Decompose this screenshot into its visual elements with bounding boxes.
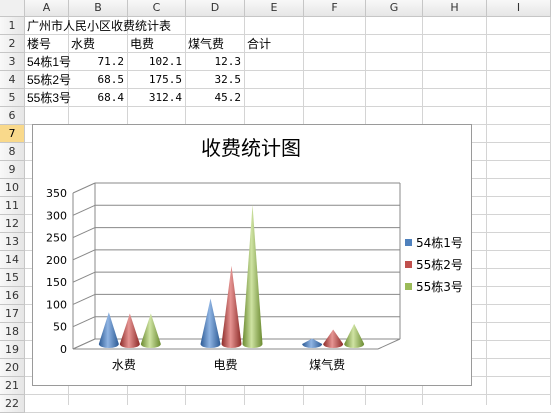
- cell-a1-title[interactable]: 广州市人民小区收费统计表: [27, 17, 171, 35]
- column-header-g[interactable]: G: [366, 0, 423, 17]
- row-header-1[interactable]: 1: [0, 17, 25, 35]
- x-tick-label: 水费: [112, 358, 136, 372]
- y-tick-label: 300: [46, 209, 67, 222]
- data-cell[interactable]: 68.4: [71, 89, 125, 107]
- row-header-5[interactable]: 5: [0, 89, 25, 107]
- data-cell[interactable]: 54栋1号: [27, 53, 71, 71]
- gridline-side: [72, 182, 96, 194]
- row-header-12[interactable]: 12: [0, 215, 25, 233]
- y-tick-label: 150: [46, 276, 67, 289]
- row-header-16[interactable]: 16: [0, 287, 25, 305]
- legend-label: 55栋2号: [416, 257, 463, 272]
- y-tick-label: 200: [46, 254, 67, 267]
- data-cell[interactable]: 45.2: [188, 89, 242, 107]
- data-cell[interactable]: 55栋2号: [27, 71, 71, 89]
- row-header-20[interactable]: 20: [0, 359, 25, 377]
- row-header-9[interactable]: 9: [0, 161, 25, 179]
- y-tick-label: 250: [46, 232, 67, 245]
- row-header-17[interactable]: 17: [0, 305, 25, 323]
- legend-swatch: [405, 261, 412, 268]
- y-tick-label: 50: [53, 321, 67, 334]
- column-header-c[interactable]: C: [128, 0, 186, 17]
- column-header-b[interactable]: B: [69, 0, 128, 17]
- column-header-i[interactable]: I: [487, 0, 551, 17]
- y-tick-label: 0: [60, 343, 67, 356]
- data-cell[interactable]: 68.5: [71, 71, 125, 89]
- row-header-8[interactable]: 8: [0, 143, 25, 161]
- x-tick-label: 电费: [213, 358, 237, 372]
- row-header-11[interactable]: 11: [0, 197, 25, 215]
- row-header-2[interactable]: 2: [0, 35, 25, 53]
- chart-area[interactable]: 收费统计图 0 50 100 150 200 250 300 350 水费 电费 煤气费 54栋1号…: [32, 124, 472, 386]
- data-cell[interactable]: 312.4: [130, 89, 182, 107]
- header-cell[interactable]: 合计: [247, 35, 271, 53]
- header-cell[interactable]: 电费: [130, 35, 154, 53]
- gridline-side: [72, 316, 96, 328]
- cone-mark: [344, 323, 365, 348]
- data-cell[interactable]: 55栋3号: [27, 89, 71, 107]
- y-tick-label: 350: [46, 187, 67, 200]
- row-header-13[interactable]: 13: [0, 233, 25, 251]
- legend-swatch: [405, 283, 412, 290]
- header-cell[interactable]: 煤气费: [188, 35, 224, 53]
- cone-mark: [119, 313, 140, 348]
- header-cell[interactable]: 楼号: [27, 35, 51, 53]
- column-header-e[interactable]: E: [245, 0, 304, 17]
- row-header-14[interactable]: 14: [0, 251, 25, 269]
- data-cell[interactable]: 32.5: [188, 71, 242, 89]
- y-tick-label: 100: [46, 298, 67, 311]
- chart-svg: 收费统计图 0 50 100 150 200 250 300 350 水费 电费 煤气费 54栋1号…: [46, 136, 463, 372]
- column-header-f[interactable]: F: [304, 0, 366, 17]
- column-header-h[interactable]: H: [423, 0, 487, 17]
- data-cell[interactable]: 102.1: [130, 53, 182, 71]
- row-header-19[interactable]: 19: [0, 341, 25, 359]
- gridline-side: [72, 293, 96, 305]
- column-header-a[interactable]: A: [25, 0, 69, 17]
- legend-label: 55栋3号: [416, 279, 463, 294]
- row-header-4[interactable]: 4: [0, 71, 25, 89]
- cone-mark: [221, 265, 242, 348]
- row-header-6[interactable]: 6: [0, 107, 25, 125]
- select-all-corner[interactable]: [0, 0, 25, 17]
- cone-mark: [200, 298, 221, 348]
- legend-label: 54栋1号: [416, 235, 463, 250]
- chart-title: 收费统计图: [201, 136, 301, 160]
- row-header-21[interactable]: 21: [0, 377, 25, 395]
- grid-line: [25, 394, 551, 395]
- gridline-side: [72, 271, 96, 283]
- row-header-22[interactable]: 22: [0, 395, 25, 413]
- chart-legend: 54栋1号 55栋2号 55栋3号: [405, 235, 463, 294]
- cone-mark: [242, 204, 263, 348]
- x-tick-label: 煤气费: [309, 357, 345, 372]
- data-cell[interactable]: 71.2: [71, 53, 125, 71]
- gridline-side: [72, 249, 96, 261]
- row-header-3[interactable]: 3: [0, 53, 25, 71]
- gridline-side: [72, 227, 96, 239]
- gridline-side: [72, 204, 96, 216]
- grid-line: [486, 17, 487, 405]
- column-header-d[interactable]: D: [186, 0, 245, 17]
- legend-swatch: [405, 239, 412, 246]
- row-header-18[interactable]: 18: [0, 323, 25, 341]
- row-header-15[interactable]: 15: [0, 269, 25, 287]
- data-cell[interactable]: 12.3: [188, 53, 242, 71]
- cone-mark: [98, 312, 119, 348]
- cone-mark: [140, 313, 161, 348]
- data-cell[interactable]: 175.5: [130, 71, 182, 89]
- header-cell[interactable]: 水费: [71, 35, 95, 53]
- row-header-10[interactable]: 10: [0, 179, 25, 197]
- row-header-7[interactable]: 7: [0, 125, 25, 143]
